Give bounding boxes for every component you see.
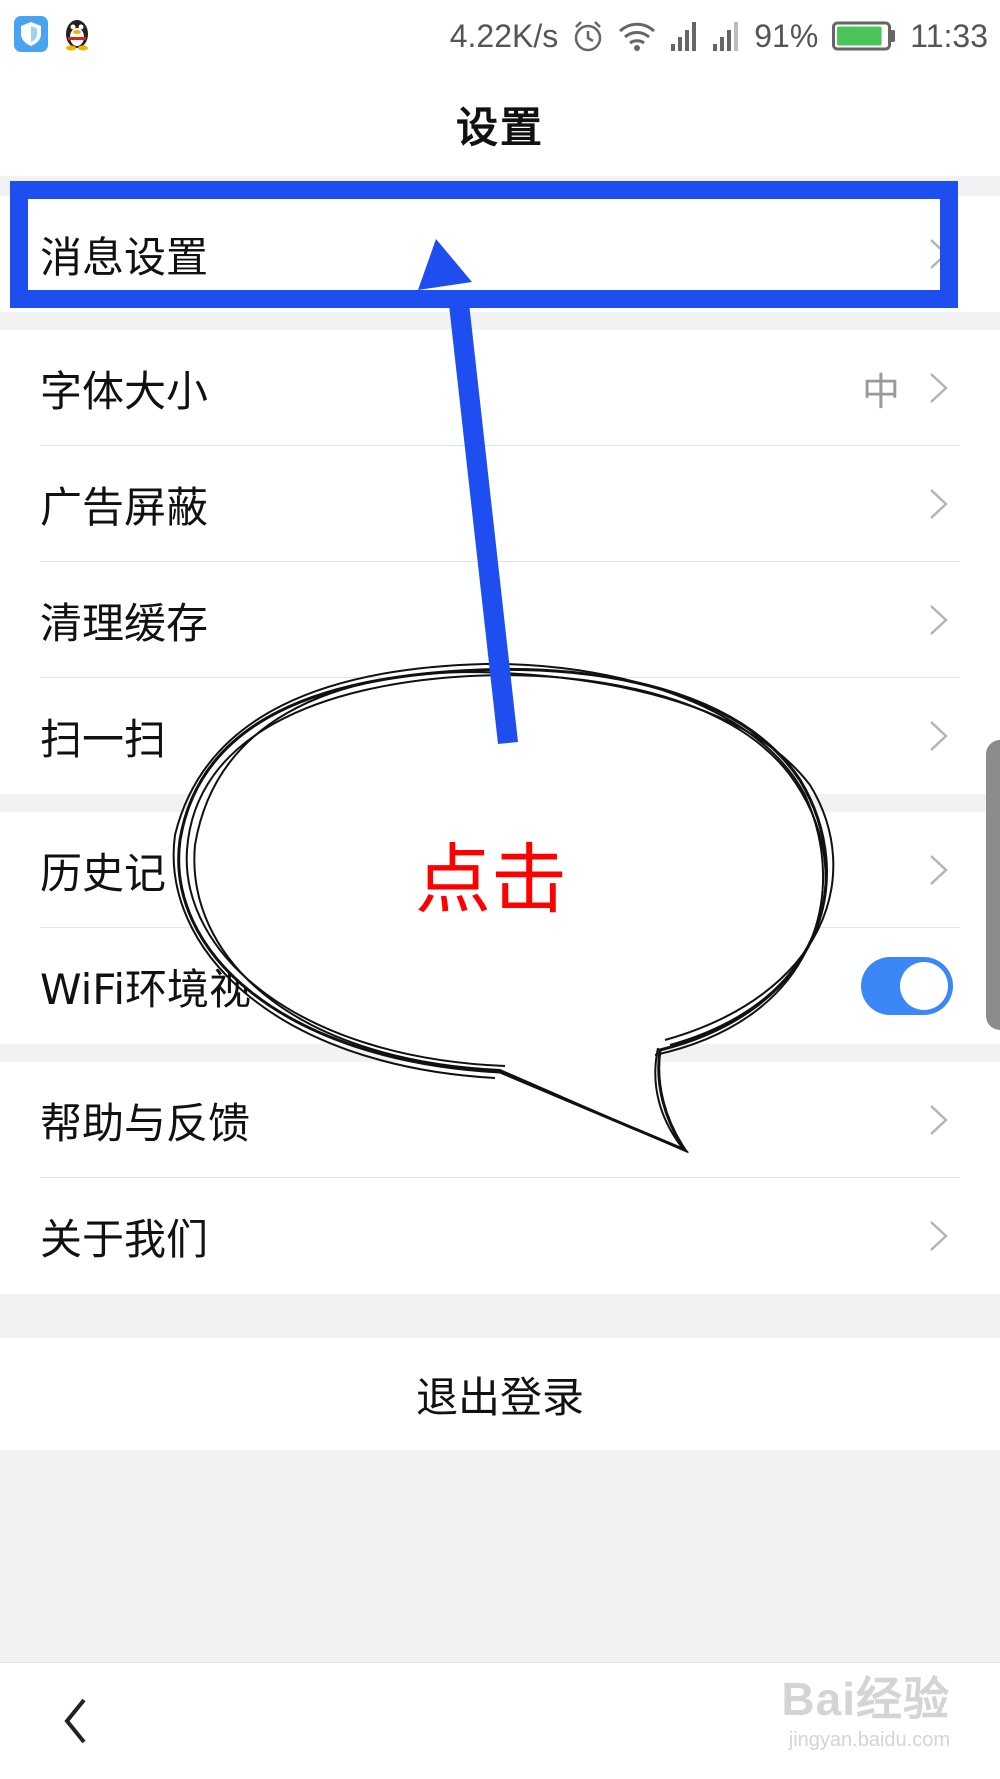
side-scroll-handle[interactable] — [986, 740, 1000, 1030]
settings-item-message-settings[interactable]: 消息设置 — [0, 196, 1000, 312]
settings-item-wifi-video: WiFi环境视 — [0, 928, 1000, 1044]
settings-item-history[interactable]: 历史记 — [0, 812, 1000, 928]
settings-item-label: 扫一扫 — [40, 714, 167, 764]
settings-item-label: 广告屏蔽 — [40, 482, 209, 532]
page-title: 设置 — [455, 102, 544, 152]
settings-group-3: 历史记 WiFi环境视 — [0, 812, 1000, 1044]
settings-item-label: 帮助与反馈 — [40, 1098, 251, 1148]
chevron-right-icon — [930, 373, 948, 403]
settings-item-label: 字体大小 — [40, 366, 209, 416]
toggle-knob — [900, 962, 948, 1010]
battery-percent: 91% — [754, 17, 819, 54]
settings-item-scan[interactable]: 扫一扫 — [0, 678, 1000, 794]
shield-app-icon — [14, 16, 48, 56]
settings-item-label: 历史记 — [40, 848, 167, 898]
back-button[interactable] — [40, 1683, 110, 1759]
font-size-value: 中 — [861, 369, 900, 414]
settings-group-4: 帮助与反馈 关于我们 — [0, 1062, 1000, 1294]
chevron-right-icon — [930, 721, 948, 751]
settings-item-label: WiFi环境视 — [40, 964, 252, 1014]
settings-item-clear-cache[interactable]: 清理缓存 — [0, 562, 1000, 678]
chevron-left-icon — [64, 1698, 86, 1744]
settings-item-label: 关于我们 — [40, 1214, 209, 1264]
chevron-right-icon — [930, 605, 948, 635]
settings-item-about-us[interactable]: 关于我们 — [0, 1178, 1000, 1294]
status-bar: 4.22K/s 91% 11:33 — [0, 0, 1000, 72]
status-indicators: 4.22K/s 91% 11:33 — [450, 14, 988, 58]
settings-item-label: 清理缓存 — [40, 598, 209, 648]
watermark-logo: Bai经验 — [781, 1673, 950, 1725]
wifi-icon — [618, 20, 656, 52]
wifi-video-toggle[interactable] — [861, 957, 953, 1015]
battery-icon — [832, 21, 896, 51]
settings-item-font-size[interactable]: 字体大小 中 — [0, 330, 1000, 446]
logout-label: 退出登录 — [415, 1372, 584, 1422]
chevron-right-icon — [930, 1105, 948, 1135]
chevron-right-icon — [930, 239, 948, 269]
logout-button[interactable]: 退出登录 — [0, 1338, 1000, 1450]
clock: 11:33 — [910, 17, 988, 54]
qq-penguin-icon — [62, 16, 92, 56]
settings-item-help-feedback[interactable]: 帮助与反馈 — [0, 1062, 1000, 1178]
signal-icon — [670, 20, 698, 52]
signal-icon — [712, 20, 740, 52]
bottom-navigation-bar: Bai经验 jingyan.baidu.com — [0, 1662, 1000, 1779]
alarm-icon — [572, 19, 604, 53]
settings-group-1: 消息设置 — [0, 196, 1000, 312]
watermark-url: jingyan.baidu.com — [788, 1729, 950, 1751]
settings-item-label: 消息设置 — [40, 232, 209, 282]
chevron-right-icon — [930, 855, 948, 885]
watermark: Bai经验 jingyan.baidu.com — [730, 1671, 950, 1771]
settings-group-2: 字体大小 中 广告屏蔽 清理缓存 扫一扫 — [0, 330, 1000, 794]
chevron-right-icon — [930, 489, 948, 519]
network-speed: 4.22K/s — [449, 17, 559, 54]
settings-item-ad-block[interactable]: 广告屏蔽 — [0, 446, 1000, 562]
title-bar: 设置 — [0, 72, 1000, 176]
chevron-right-icon — [930, 1221, 948, 1251]
